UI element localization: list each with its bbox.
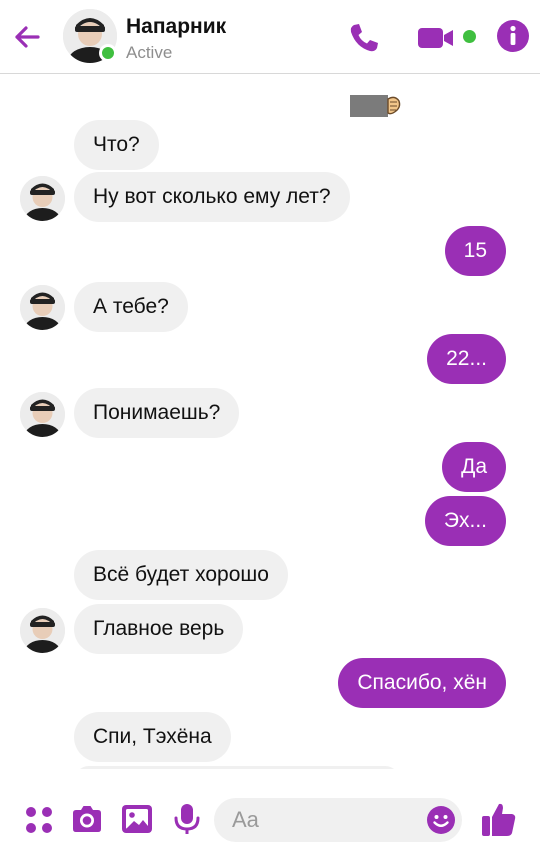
chat-header: Напарник Active — [0, 0, 540, 74]
message-bubble-incoming[interactable]: Главное верь — [74, 604, 244, 654]
message-bubble-outgoing[interactable]: Да — [442, 442, 506, 492]
sender-avatar[interactable] — [20, 392, 65, 437]
message-bubble-partial — [74, 766, 400, 769]
message-bubble-incoming[interactable]: Что? — [74, 120, 159, 170]
message-bubble-incoming[interactable]: Понимаешь? — [74, 388, 240, 438]
message-input[interactable] — [232, 798, 412, 842]
online-indicator — [99, 44, 117, 62]
contact-status: Active — [126, 43, 173, 62]
message-bubble-outgoing[interactable]: 15 — [444, 226, 506, 276]
camera-icon[interactable] — [70, 802, 104, 836]
video-online-indicator — [463, 30, 476, 43]
thumbs-up-icon[interactable] — [480, 800, 518, 838]
info-icon[interactable] — [496, 19, 530, 53]
microphone-icon[interactable] — [170, 802, 204, 836]
sender-avatar[interactable] — [20, 176, 65, 221]
contact-name: Напарник — [126, 15, 227, 38]
message-bubble-incoming[interactable]: Спи, Тэхёна — [74, 712, 231, 762]
video-camera-icon[interactable] — [416, 20, 456, 56]
message-bubble-outgoing[interactable]: Эх... — [424, 496, 506, 546]
message-input-container — [214, 798, 462, 842]
sender-avatar[interactable] — [20, 285, 65, 330]
more-dots-icon[interactable] — [22, 802, 56, 836]
message-bubble-incoming[interactable]: А тебе? — [74, 282, 188, 332]
back-arrow-icon[interactable] — [10, 20, 44, 54]
message-composer — [0, 770, 540, 852]
message-bubble-incoming[interactable]: Ну вот сколько ему лет? — [74, 172, 350, 222]
sender-avatar[interactable] — [20, 608, 65, 653]
sticker-image[interactable] — [350, 89, 402, 117]
message-bubble-outgoing[interactable]: 22... — [427, 334, 506, 384]
message-bubble-incoming[interactable]: Всё будет хорошо — [74, 550, 288, 600]
message-bubble-outgoing[interactable]: Спасибо, хён — [338, 658, 506, 708]
emoji-icon[interactable] — [426, 805, 456, 835]
phone-icon[interactable] — [346, 20, 382, 56]
gallery-icon[interactable] — [120, 802, 154, 836]
message-list[interactable]: Что? Ну вот сколько ему лет? 15 А тебе? … — [0, 75, 540, 769]
